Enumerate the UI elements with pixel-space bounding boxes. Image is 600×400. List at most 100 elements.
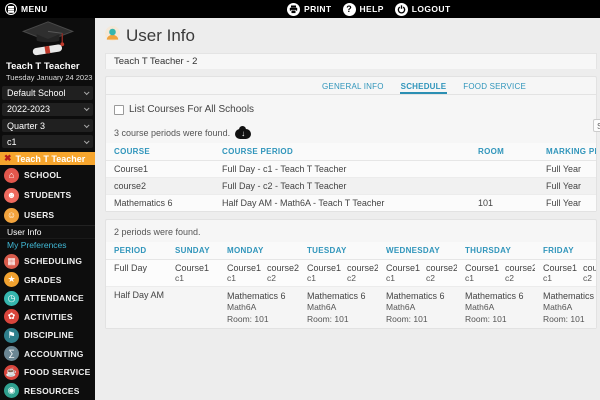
sidebar-item-label: STUDENTS [24, 190, 72, 201]
food-service-icon: ☕ [4, 364, 19, 380]
cell-wednesday: Mathematics 6 Math6A Room: 101 [378, 287, 457, 329]
close-icon[interactable]: ✖ [4, 154, 12, 163]
sidebar-item-food-service[interactable]: ☕ FOOD SERVICE [0, 363, 95, 382]
col-header-sunday: SUNDAY [167, 242, 219, 260]
course-name: Course1 [543, 263, 578, 273]
course-section: c2 [583, 273, 592, 283]
sidebar-item-label: RESOURCES [24, 385, 80, 396]
course-section: c2 [426, 273, 435, 283]
sidebar-date: Tuesday January 24 2023 [6, 72, 93, 82]
menu-button[interactable]: MENU [5, 0, 48, 18]
periods-found-text: 2 periods were found. [114, 227, 201, 237]
record-tab[interactable]: Teach T Teacher - 2 [105, 53, 597, 69]
list-courses-checkbox[interactable] [114, 104, 124, 115]
table-row: course2 Full Day - c2 - Teach T Teacher … [106, 177, 596, 195]
cell-marking-period: Full Year [546, 164, 582, 174]
resources-icon: ◉ [4, 383, 19, 399]
discipline-icon: ⚑ [4, 327, 19, 343]
cell-wednesday: Course1 c1 course2 c2 [378, 260, 457, 287]
sidebar-item-activities[interactable]: ✿ ACTIVITIES [0, 307, 95, 326]
tab-general-info[interactable]: GENERAL INFO [321, 82, 385, 94]
sidebar-item-label: DISCIPLINE [24, 330, 74, 341]
chevron-down-icon [83, 89, 90, 96]
hamburger-icon [5, 3, 17, 15]
sidebar-item-accounting[interactable]: ∑ ACCOUNTING [0, 344, 95, 363]
course-section: c1 [227, 273, 236, 283]
attendance-icon: ◷ [4, 290, 19, 306]
table-row-half-day-am: Half Day AM Mathematics 6 Math6A Room: 1… [106, 286, 596, 329]
course-room: Room: 101 [386, 313, 428, 324]
course-name: Course1 [227, 263, 262, 273]
courses-table: COURSE COURSE PERIOD ROOM MARKING PERIOD… [106, 143, 596, 211]
col-header-marking-period: MARKING PERIOD [538, 143, 596, 161]
topbar-actions: PRINT ? HELP LOGOUT [287, 0, 451, 18]
checkbox-label: List Courses For All Schools [129, 104, 255, 115]
course-name: Course1 [465, 263, 500, 273]
help-button[interactable]: ? HELP [342, 2, 384, 16]
tab-schedule[interactable]: SCHEDULE [399, 82, 448, 94]
grades-icon: ★ [4, 272, 19, 288]
list-courses-checkbox-row[interactable]: List Courses For All Schools [106, 95, 596, 115]
search-input[interactable]: S [593, 119, 600, 132]
sidebar-item-users[interactable]: ☺ USERS [0, 205, 95, 225]
course-name: Course1 [386, 263, 421, 273]
sidebar-item-grades[interactable]: ★ GRADES [0, 270, 95, 289]
course-section: c1 [307, 273, 316, 283]
course-name: course2 [583, 263, 596, 273]
download-arrow-icon: ↓ [241, 129, 246, 138]
cell-course-period: Full Day - c1 - Teach T Teacher [222, 164, 347, 174]
cell-room: 101 [478, 198, 494, 208]
col-header-thursday: THURSDAY [457, 242, 535, 260]
course-name: Mathematics 6 [386, 291, 445, 301]
col-header-course-period: COURSE PERIOD [214, 143, 470, 161]
sidebar: Teach T Teacher Tuesday January 24 2023 … [0, 18, 95, 400]
year-select[interactable]: 2022-2023 [2, 102, 93, 116]
sidebar-item-resources[interactable]: ◉ RESOURCES [0, 381, 95, 400]
school-icon: ⌂ [4, 167, 19, 183]
col-header-course: COURSE [106, 143, 214, 161]
periods-panel: 2 periods were found. PERIOD SUNDAY MOND… [105, 219, 597, 330]
sidebar-item-discipline[interactable]: ⚑ DISCIPLINE [0, 326, 95, 345]
course-section: Math6A [227, 302, 257, 313]
cell-marking-period: Full Year [546, 181, 582, 191]
course-room: Room: 101 [543, 313, 585, 324]
help-icon: ? [342, 2, 356, 16]
page-header: User Info [95, 18, 600, 46]
cell-thursday: Course1 c1 course2 c2 [457, 260, 535, 287]
course-name: Mathematics 6 [543, 291, 596, 301]
sidebar-item-user-info[interactable]: User Info [0, 225, 95, 239]
schedule-panel: GENERAL INFO SCHEDULE FOOD SERVICE List … [105, 76, 597, 212]
class-select[interactable]: c1 [2, 135, 93, 149]
focused-teacher-label: Teach T Teacher [15, 153, 86, 164]
sidebar-item-students[interactable]: ☻ STUDENTS [0, 185, 95, 205]
course-section: Math6A [386, 302, 416, 313]
help-label: HELP [359, 4, 384, 14]
course-room: Room: 101 [307, 313, 349, 324]
main-content: User Info Teach T Teacher - 2 GENERAL IN… [95, 18, 600, 400]
sidebar-item-attendance[interactable]: ◷ ATTENDANCE [0, 289, 95, 308]
print-button[interactable]: PRINT [287, 2, 332, 16]
courses-found-row: 3 course periods were found. ↓ [106, 115, 596, 143]
focused-teacher-item[interactable]: ✖ Teach T Teacher [0, 151, 95, 166]
sidebar-item-label: GRADES [24, 274, 62, 285]
download-cloud-icon[interactable]: ↓ [235, 125, 252, 139]
term-select[interactable]: Quarter 3 [2, 118, 93, 133]
sidebar-item-my-preferences[interactable]: My Preferences [0, 239, 95, 252]
school-select[interactable]: Default School [2, 86, 93, 100]
cell-friday: Course1c1 course2c2 [535, 260, 596, 287]
logout-button[interactable]: LOGOUT [394, 2, 451, 16]
tab-food-service[interactable]: FOOD SERVICE [462, 82, 527, 94]
cell-tuesday: Mathematics 6 Math6A Room: 101 [299, 287, 378, 329]
chevron-down-icon [83, 121, 90, 128]
col-header-tuesday: TUESDAY [299, 242, 378, 260]
course-section: Math6A [307, 302, 337, 313]
sidebar-item-label: FOOD SERVICE [24, 367, 91, 378]
course-name: course2 [505, 263, 535, 273]
course-name: Course1 [307, 263, 342, 273]
sidebar-item-label: ACCOUNTING [24, 348, 84, 359]
course-section: c1 [175, 273, 184, 283]
course-name: Course1 [175, 263, 210, 273]
course-name: course2 [347, 263, 378, 273]
sidebar-item-scheduling[interactable]: ▦ SCHEDULING [0, 252, 95, 271]
sidebar-item-school[interactable]: ⌂ SCHOOL [0, 165, 95, 185]
